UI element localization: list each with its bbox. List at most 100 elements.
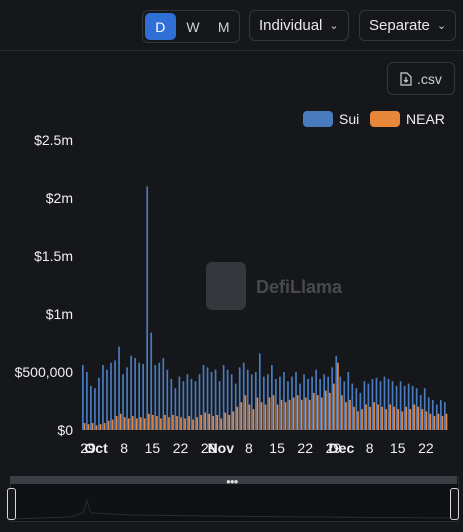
bar-sui[interactable] — [415, 388, 418, 430]
bar-sui[interactable] — [427, 397, 430, 430]
period-week-button[interactable]: W — [178, 11, 209, 42]
bar-near[interactable] — [445, 413, 448, 430]
bar-sui[interactable] — [391, 381, 394, 430]
bar-sui[interactable] — [279, 376, 281, 430]
bar-near[interactable] — [148, 413, 150, 430]
bar-sui[interactable] — [118, 346, 120, 430]
bar-sui[interactable] — [242, 362, 245, 430]
bar-near[interactable] — [304, 397, 307, 430]
bar-near[interactable] — [345, 402, 347, 430]
bar-near[interactable] — [441, 416, 444, 430]
bar-sui[interactable] — [375, 377, 378, 430]
bar-near[interactable] — [316, 395, 319, 430]
bar-sui[interactable] — [238, 367, 241, 430]
bar-near[interactable] — [252, 409, 255, 430]
bar-near[interactable] — [280, 399, 283, 430]
bar-sui[interactable] — [206, 367, 209, 430]
bar-sui[interactable] — [299, 383, 301, 430]
bar-near[interactable] — [437, 413, 440, 430]
bar-sui[interactable] — [146, 186, 149, 430]
bar-sui[interactable] — [86, 372, 88, 430]
bar-sui[interactable] — [246, 369, 249, 430]
bar-sui[interactable] — [214, 369, 217, 430]
bar-near[interactable] — [377, 404, 379, 430]
bar-sui[interactable] — [323, 374, 326, 430]
mode-dropdown[interactable]: Individual ⌄ — [249, 10, 349, 41]
bar-sui[interactable] — [182, 381, 185, 430]
bar-sui[interactable] — [106, 369, 108, 430]
bar-near[interactable] — [353, 406, 355, 430]
bar-sui[interactable] — [275, 378, 277, 430]
bar-sui[interactable] — [287, 381, 289, 430]
bar-sui[interactable] — [407, 383, 410, 430]
brush-right-handle[interactable] — [450, 488, 459, 520]
bar-near[interactable] — [288, 399, 291, 430]
bar-sui[interactable] — [315, 369, 317, 430]
bar-near[interactable] — [296, 395, 299, 430]
bar-near[interactable] — [373, 402, 375, 430]
bar-sui[interactable] — [162, 358, 165, 430]
bar-sui[interactable] — [186, 374, 189, 430]
bar-near[interactable] — [425, 411, 428, 430]
bar-near[interactable] — [276, 404, 279, 430]
bar-near[interactable] — [144, 418, 146, 430]
bar-near[interactable] — [365, 404, 367, 430]
bar-near[interactable] — [103, 423, 106, 430]
bar-near[interactable] — [329, 392, 331, 430]
bar-sui[interactable] — [271, 365, 273, 430]
bar-near[interactable] — [312, 392, 315, 430]
bar-near[interactable] — [300, 399, 303, 430]
bar-sui[interactable] — [347, 372, 350, 430]
bar-sui[interactable] — [150, 332, 153, 430]
bar-sui[interactable] — [254, 372, 257, 430]
bar-near[interactable] — [341, 395, 343, 430]
period-day-button[interactable]: D — [145, 13, 176, 40]
bar-sui[interactable] — [343, 381, 346, 430]
bar-sui[interactable] — [234, 383, 237, 430]
bar-near[interactable] — [107, 420, 110, 430]
brush-left-handle[interactable] — [7, 488, 16, 520]
bar-near[interactable] — [236, 406, 239, 430]
bar-near[interactable] — [268, 397, 271, 430]
bar-near[interactable] — [164, 414, 166, 430]
bar-near[interactable] — [409, 409, 412, 430]
bar-near[interactable] — [135, 418, 138, 430]
bar-sui[interactable] — [126, 367, 128, 430]
bar-sui[interactable] — [142, 363, 145, 430]
bar-near[interactable] — [228, 414, 231, 430]
bar-sui[interactable] — [419, 395, 422, 430]
bar-near[interactable] — [180, 417, 182, 430]
bar-sui[interactable] — [178, 376, 181, 430]
bar-near[interactable] — [357, 411, 359, 430]
bar-sui[interactable] — [363, 381, 366, 430]
bar-near[interactable] — [196, 417, 198, 430]
bar-near[interactable] — [248, 404, 251, 430]
bar-sui[interactable] — [154, 365, 157, 430]
bar-near[interactable] — [123, 417, 126, 430]
bar-sui[interactable] — [411, 385, 414, 430]
bar-near[interactable] — [208, 413, 211, 430]
bar-near[interactable] — [361, 409, 363, 430]
bar-sui[interactable] — [307, 378, 309, 430]
bar-sui[interactable] — [331, 367, 334, 430]
bar-near[interactable] — [168, 417, 170, 430]
bar-sui[interactable] — [230, 374, 233, 430]
bar-sui[interactable] — [399, 381, 402, 430]
bar-near[interactable] — [413, 404, 416, 430]
bar-sui[interactable] — [122, 374, 124, 430]
bar-near[interactable] — [433, 416, 436, 430]
bar-near[interactable] — [160, 418, 162, 430]
grip-icon[interactable]: ●●● — [226, 477, 238, 486]
bar-sui[interactable] — [258, 353, 261, 430]
bar-sui[interactable] — [291, 376, 293, 430]
bar-near[interactable] — [212, 416, 215, 430]
bar-sui[interactable] — [439, 399, 442, 430]
bar-near[interactable] — [83, 423, 86, 430]
bar-near[interactable] — [264, 404, 267, 430]
bar-near[interactable] — [95, 425, 98, 430]
bar-near[interactable] — [385, 409, 388, 430]
bar-sui[interactable] — [198, 374, 201, 430]
bar-sui[interactable] — [283, 372, 285, 430]
bar-near[interactable] — [156, 416, 158, 430]
bar-near[interactable] — [204, 412, 207, 430]
